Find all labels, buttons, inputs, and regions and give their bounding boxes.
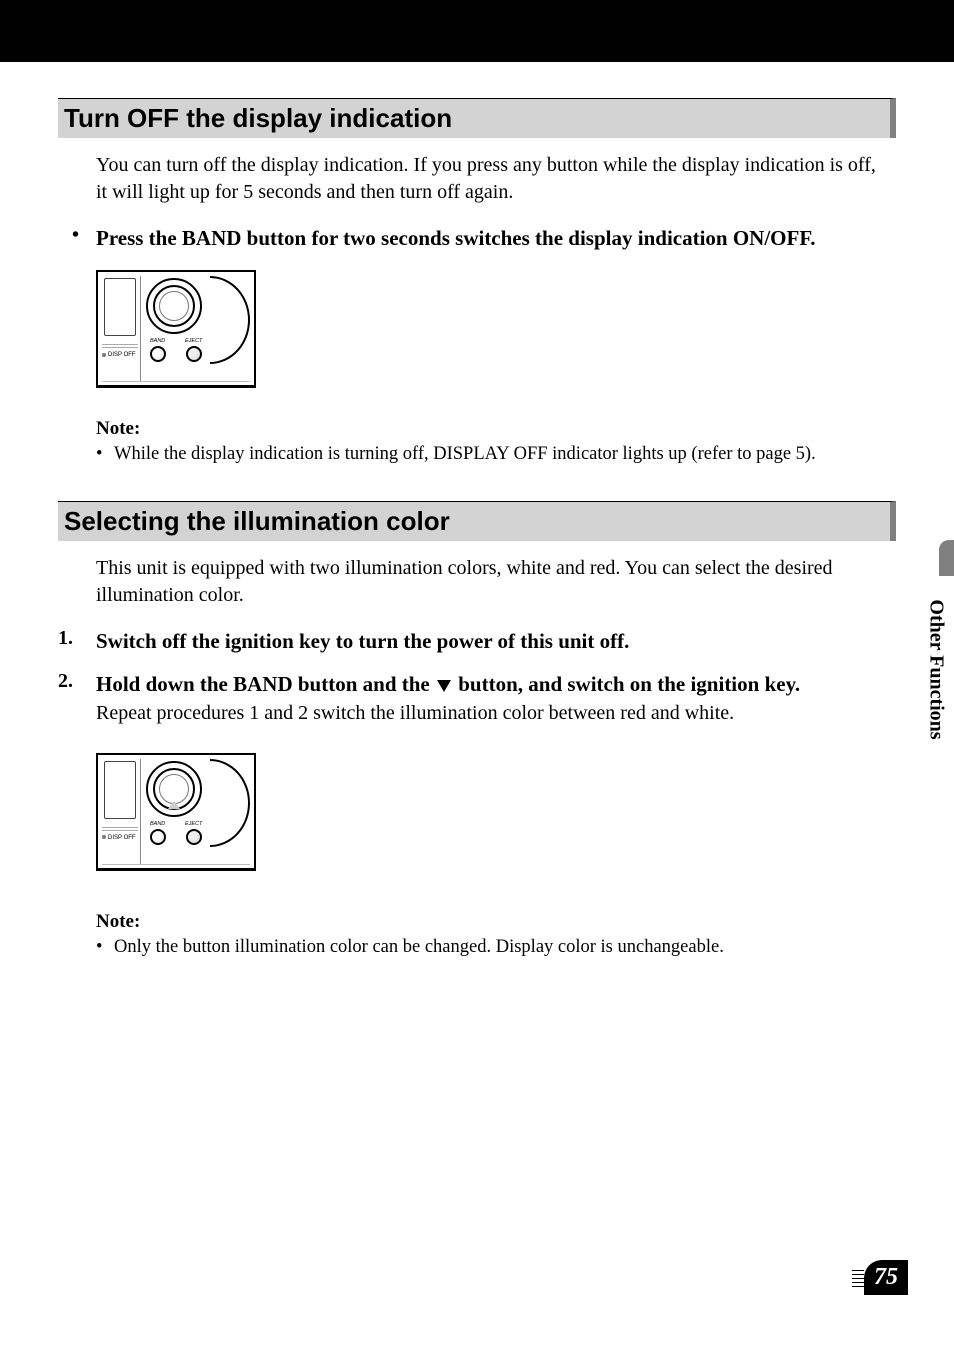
section2-note: Note: • Only the button illumination col… <box>96 911 896 960</box>
note-bullet: • While the display indication is turnin… <box>96 442 896 467</box>
panel-stripes <box>102 825 138 831</box>
down-arrow-icon <box>168 801 180 809</box>
section2-intro: This unit is equipped with two illuminat… <box>96 555 886 609</box>
volume-dial <box>146 761 202 817</box>
eject-button-icon <box>186 346 202 362</box>
step-2-text-b: button, and switch on the ignition key. <box>453 672 800 696</box>
note-heading: Note: <box>96 911 896 933</box>
panel-curve <box>210 759 250 847</box>
disp-off-label: DISP OFF <box>102 835 136 841</box>
note-marker: • <box>96 442 114 467</box>
page-footer: 75 <box>852 1258 908 1296</box>
section-heading-display-off: Turn OFF the display indication <box>58 98 896 138</box>
section1-bullet: • Press the BAND button for two seconds … <box>58 224 896 252</box>
note-text: While the display indication is turning … <box>114 442 896 467</box>
note-text: Only the button illumination color can b… <box>114 935 896 960</box>
step-2-text-a: Hold down the BAND button and the <box>96 672 435 696</box>
eject-label: EJECT <box>185 821 202 827</box>
eject-label: EJECT <box>185 338 202 344</box>
panel-separator <box>140 759 141 864</box>
band-label: BAND <box>150 821 165 827</box>
note-marker: • <box>96 935 114 960</box>
device-panel-figure: DISP OFF BAND EJECT <box>96 270 256 388</box>
bullet-marker: • <box>58 224 96 252</box>
side-tab: Other Functions <box>922 540 954 756</box>
down-triangle-icon <box>437 680 451 692</box>
device-screen <box>104 278 136 336</box>
page-number: 75 <box>864 1260 908 1295</box>
eject-button-icon <box>186 829 202 845</box>
step-2: 2. Hold down the BAND button and the but… <box>58 670 896 727</box>
step-2-sub: Repeat procedures 1 and 2 switch the ill… <box>96 700 836 727</box>
figure-2: DISP OFF BAND EJECT <box>96 753 896 871</box>
step-1-marker: 1. <box>58 627 96 655</box>
page-content: Turn OFF the display indication You can … <box>58 98 896 994</box>
section1-intro: You can turn off the display indication.… <box>96 152 886 206</box>
step-2-marker: 2. <box>58 670 96 727</box>
volume-dial <box>146 278 202 334</box>
side-tab-label: Other Functions <box>925 570 948 770</box>
device-panel-figure-2: DISP OFF BAND EJECT <box>96 753 256 871</box>
panel-curve <box>210 276 250 364</box>
section-heading-illumination: Selecting the illumination color <box>58 501 896 541</box>
band-label: BAND <box>150 338 165 344</box>
panel-stripes <box>102 342 138 348</box>
header-bar <box>0 0 954 62</box>
note-bullet: • Only the button illumination color can… <box>96 935 896 960</box>
section1-bullet-text: Press the BAND button for two seconds sw… <box>96 224 896 252</box>
panel-separator <box>140 276 141 381</box>
step-1: 1. Switch off the ignition key to turn t… <box>58 627 896 655</box>
band-button-icon <box>150 829 166 845</box>
step-1-text: Switch off the ignition key to turn the … <box>96 627 836 655</box>
step-2-text: Hold down the BAND button and the button… <box>96 670 836 698</box>
figure-1: DISP OFF BAND EJECT <box>96 270 896 388</box>
band-button-icon <box>150 346 166 362</box>
footer-staff-lines <box>852 1267 864 1287</box>
note-heading: Note: <box>96 418 896 440</box>
device-screen <box>104 761 136 819</box>
section1-note: Note: • While the display indication is … <box>96 418 896 467</box>
disp-off-label: DISP OFF <box>102 352 136 358</box>
